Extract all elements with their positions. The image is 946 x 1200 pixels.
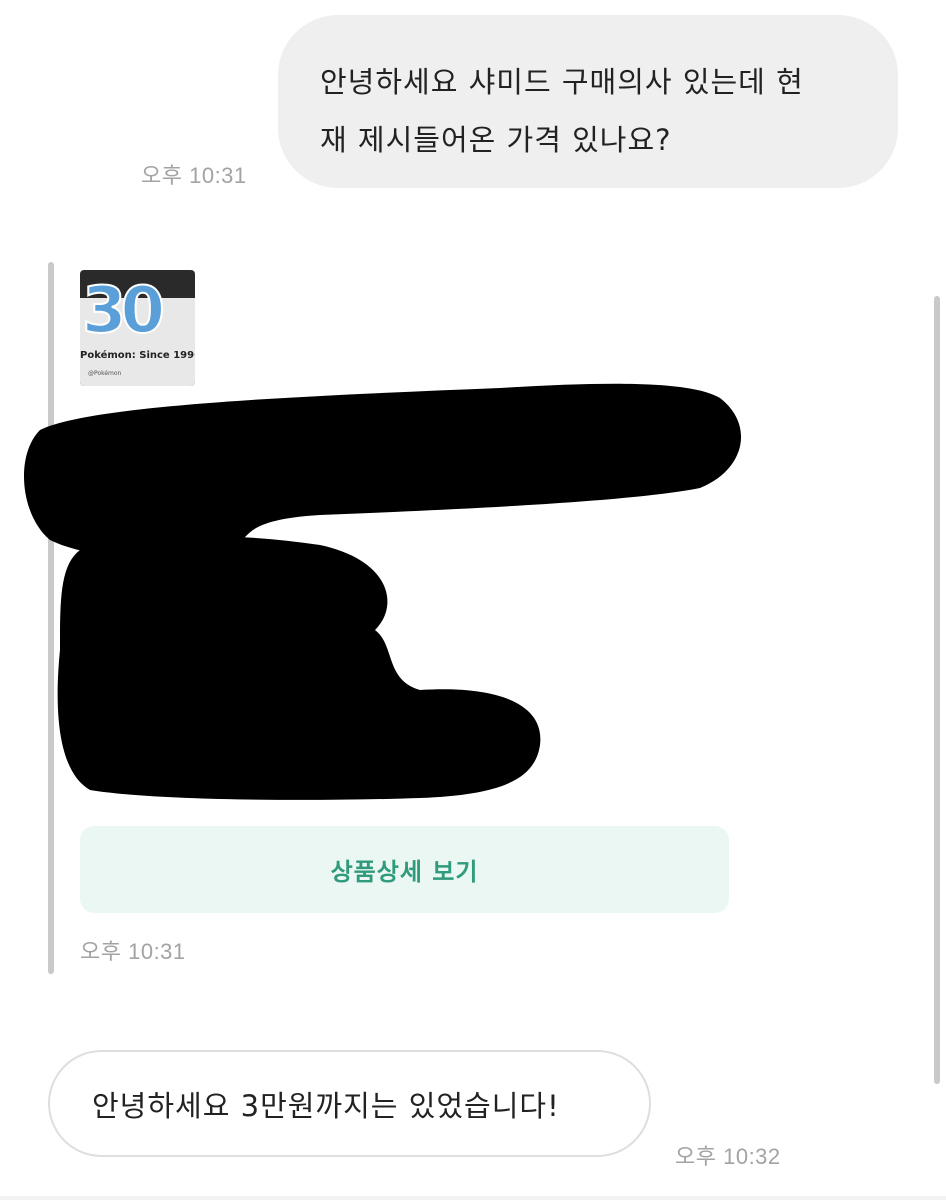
- incoming-message-text: 안녕하세요 3만원까지는 있었습니다!: [92, 1088, 560, 1123]
- redaction-scribble: [23, 383, 742, 800]
- incoming-message-bubble: 안녕하세요 3만원까지는 있었습니다!: [48, 1050, 651, 1157]
- card-message-time: 오후 10:31: [80, 939, 186, 964]
- bottom-divider: [0, 1196, 946, 1200]
- redaction-marks: [23, 383, 742, 800]
- product-detail-button[interactable]: 상품상세 보기: [80, 826, 729, 913]
- incoming-message-time: 오후 10:32: [675, 1144, 781, 1169]
